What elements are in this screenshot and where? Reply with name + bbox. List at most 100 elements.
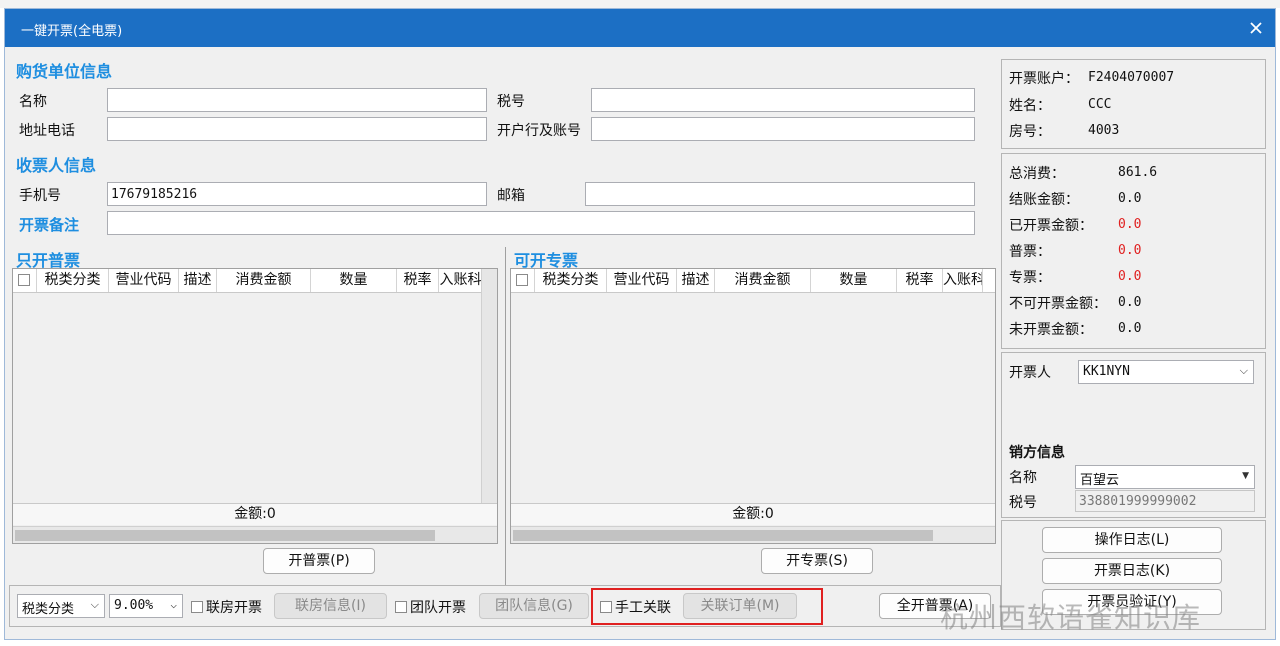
normal-hscroll-thumb[interactable]	[15, 530, 435, 541]
issue-normal-button[interactable]: 开普票(P)	[263, 548, 375, 574]
special-select-all-cell[interactable]	[511, 269, 535, 292]
invoiced-amount-value: 0.0	[1118, 217, 1142, 232]
watermark: 杭州西软语雀知识库	[940, 601, 1202, 634]
normal-invoice-grid[interactable]: 税类分类 营业代码 描述 消费金额 数量 税率 入账科 金额:0	[12, 268, 498, 544]
tax-category-value: 税类分类	[22, 602, 75, 617]
account-panel: 开票账户： F2404070007 姓名： CCC 房号： 4003	[1001, 59, 1266, 149]
normal-col-header[interactable]: 入账科	[439, 269, 483, 292]
buyer-taxno-label: 税号	[497, 94, 525, 110]
checkbox-box[interactable]	[191, 601, 203, 613]
guest-name-value: CCC	[1088, 97, 1112, 112]
tax-rate-select[interactable]: 9.00% ⌵	[109, 594, 183, 618]
normal-col-header[interactable]: 数量	[311, 269, 397, 292]
invoiced-amount-label: 已开票金额：	[1009, 218, 1093, 234]
remark-input[interactable]	[107, 211, 975, 235]
phone-label: 手机号	[19, 188, 61, 204]
buyer-section-title: 购货单位信息	[16, 62, 113, 81]
non-invoiceable-label: 不可开票金额：	[1009, 296, 1107, 312]
total-consumption-value: 861.6	[1118, 165, 1158, 180]
joint-room-checkbox[interactable]: 联房开票	[191, 597, 262, 617]
special-col-header[interactable]: 营业代码	[607, 269, 677, 292]
buyer-name-label: 名称	[19, 94, 47, 110]
issuer-value: KK1NYN	[1083, 364, 1130, 379]
special-select-all-checkbox[interactable]	[516, 274, 528, 286]
phone-input[interactable]: 17679185216	[107, 182, 487, 206]
buyer-taxno-input[interactable]	[591, 88, 975, 112]
normal-grid-vscrollbar[interactable]	[481, 269, 497, 503]
close-button[interactable]	[1243, 15, 1269, 41]
tax-rate-value: 9.00%	[114, 598, 154, 613]
special-sum-row: 金额:0	[511, 503, 995, 525]
settled-amount-label: 结账金额：	[1009, 192, 1079, 208]
normal-invoice-amount-label: 普票：	[1009, 244, 1051, 260]
account-value: F2404070007	[1088, 70, 1175, 85]
operation-log-button[interactable]: 操作日志(L)	[1042, 527, 1222, 553]
special-col-header[interactable]: 税率	[897, 269, 943, 292]
team-invoice-checkbox[interactable]: 团队开票	[395, 597, 466, 617]
team-invoice-label: 团队开票	[410, 600, 466, 616]
normal-select-all-checkbox[interactable]	[18, 274, 30, 286]
issuer-seller-panel: 开票人 KK1NYN ⌵ 销方信息 名称 百望云 ▼ 税号 3388019999…	[1001, 352, 1266, 518]
remark-label: 开票备注	[19, 216, 80, 234]
special-grid-hscrollbar[interactable]	[511, 526, 995, 543]
normal-invoice-amount-value: 0.0	[1118, 243, 1142, 258]
buyer-address-input[interactable]	[107, 117, 487, 141]
normal-col-header[interactable]: 税率	[397, 269, 439, 292]
normal-col-header[interactable]: 税类分类	[37, 269, 109, 292]
account-label: 开票账户：	[1009, 71, 1079, 87]
receiver-section-title: 收票人信息	[16, 156, 97, 175]
buyer-bank-input[interactable]	[591, 117, 975, 141]
email-input[interactable]	[585, 182, 975, 206]
tax-category-select[interactable]: 税类分类 ⌵	[17, 594, 105, 618]
normal-col-header[interactable]: 描述	[179, 269, 217, 292]
special-col-header[interactable]: 消费金额	[715, 269, 811, 292]
settled-amount-value: 0.0	[1118, 191, 1142, 206]
special-grid-header: 税类分类 营业代码 描述 消费金额 数量 税率 入账科	[511, 269, 995, 293]
normal-grid-hscrollbar[interactable]	[13, 526, 497, 543]
joint-room-label: 联房开票	[206, 600, 262, 616]
issuer-label: 开票人	[1009, 365, 1051, 381]
buyer-name-input[interactable]	[107, 88, 487, 112]
room-label: 房号：	[1009, 124, 1051, 140]
seller-name-select[interactable]: 百望云 ▼	[1075, 465, 1255, 489]
chevron-down-icon: ⌵	[1239, 364, 1248, 377]
normal-col-header[interactable]: 营业代码	[109, 269, 179, 292]
invoice-log-button[interactable]: 开票日志(K)	[1042, 558, 1222, 584]
seller-taxno-input[interactable]: 338801999999002	[1075, 490, 1255, 512]
normal-select-all-cell[interactable]	[13, 269, 37, 292]
buyer-address-label: 地址电话	[19, 123, 75, 139]
special-col-header[interactable]: 税类分类	[535, 269, 607, 292]
special-invoice-amount-value: 0.0	[1118, 269, 1142, 284]
title-bar: 一键开票(全电票)	[5, 9, 1275, 47]
special-invoice-grid[interactable]: 税类分类 营业代码 描述 消费金额 数量 税率 入账科 金额:0	[510, 268, 996, 544]
invoice-dialog: 一键开票(全电票) 购货单位信息 名称 税号 地址电话 开户行及账号 收票人信息…	[4, 8, 1276, 640]
checkbox-box[interactable]	[600, 601, 612, 613]
background-strip	[0, 0, 1280, 8]
uninvoiced-value: 0.0	[1118, 321, 1142, 336]
special-col-header[interactable]: 数量	[811, 269, 897, 292]
close-icon	[1250, 22, 1262, 34]
window-title: 一键开票(全电票)	[21, 24, 123, 39]
normal-grid-header: 税类分类 营业代码 描述 消费金额 数量 税率 入账科	[13, 269, 483, 293]
team-info-button[interactable]: 团队信息(G)	[479, 593, 589, 619]
special-hscroll-thumb[interactable]	[513, 530, 933, 541]
checkbox-box[interactable]	[395, 601, 407, 613]
issue-special-button[interactable]: 开专票(S)	[761, 548, 873, 574]
joint-room-info-button[interactable]: 联房信息(I)	[274, 593, 387, 619]
special-col-header[interactable]: 入账科	[943, 269, 983, 292]
amounts-panel: 总消费： 861.6 结账金额： 0.0 已开票金额： 0.0 普票： 0.0 …	[1001, 153, 1266, 349]
uninvoiced-label: 未开票金额：	[1009, 322, 1093, 338]
special-invoice-amount-label: 专票：	[1009, 270, 1051, 286]
room-value: 4003	[1088, 123, 1120, 138]
manual-link-checkbox[interactable]: 手工关联	[600, 597, 671, 617]
chevron-down-icon: ⌵	[170, 598, 177, 611]
guest-name-label: 姓名：	[1009, 98, 1051, 114]
total-consumption-label: 总消费：	[1009, 166, 1065, 182]
seller-name-value: 百望云	[1080, 473, 1120, 488]
manual-link-label: 手工关联	[615, 600, 671, 616]
normal-col-header[interactable]: 消费金额	[217, 269, 311, 292]
issuer-select[interactable]: KK1NYN ⌵	[1078, 360, 1254, 384]
special-col-header[interactable]: 描述	[677, 269, 715, 292]
link-order-button[interactable]: 关联订单(M)	[683, 593, 797, 619]
non-invoiceable-value: 0.0	[1118, 295, 1142, 310]
